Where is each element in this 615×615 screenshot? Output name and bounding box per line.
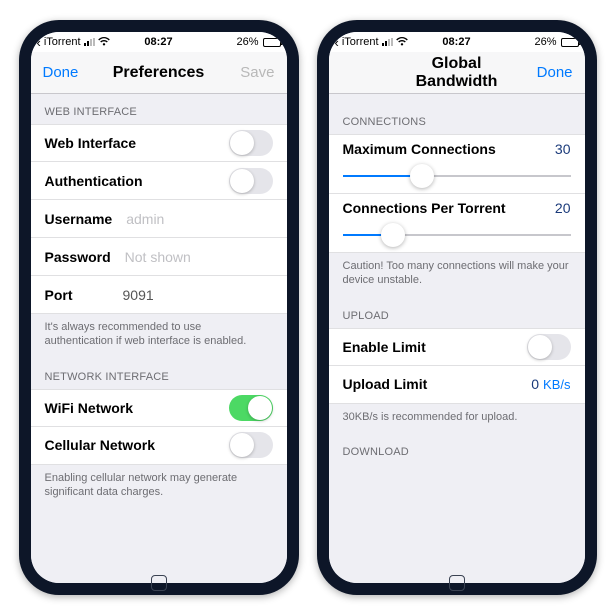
upload-footer: 30KB/s is recommended for upload. [329,404,585,434]
content-area: WEB INTERFACE Web Interface Authenticati… [31,94,287,583]
conn-per-torrent-label: Connections Per Torrent [343,200,555,216]
upload-limit-label: Upload Limit [343,376,532,392]
status-time: 08:27 [144,36,172,48]
done-button[interactable]: Done [523,64,573,81]
password-label: Password [45,249,111,265]
row-conn-per-torrent: Connections Per Torrent 20 [329,194,585,253]
row-enable-limit: Enable Limit [329,328,585,366]
wifi-icon [396,37,408,48]
row-cellular: Cellular Network [31,427,287,465]
battery-icon [559,38,579,47]
section-header-download: DOWNLOAD [329,434,585,458]
conn-per-torrent-slider[interactable] [343,222,571,248]
section-header-web: WEB INTERFACE [31,94,287,124]
web-interface-label: Web Interface [45,135,229,151]
row-max-connections: Maximum Connections 30 [329,134,585,194]
port-label: Port [45,287,73,303]
status-bar: ‹ iTorrent 08:27 26% [329,32,585,52]
done-button[interactable]: Done [43,64,93,81]
back-caret-icon: ‹ [37,35,41,50]
wifi-icon [98,37,110,48]
max-connections-slider[interactable] [343,163,571,189]
battery-percent: 26% [236,36,258,48]
web-footer: It's always recommended to use authentic… [31,314,287,359]
max-connections-value: 30 [555,141,571,157]
enable-limit-toggle[interactable] [527,334,571,360]
page-title: Preferences [93,64,225,82]
row-username[interactable]: Username admin [31,200,287,238]
phone-frame-right: ‹ iTorrent 08:27 26% Global Bandwidth Do… [317,20,597,595]
page-title: Global Bandwidth [391,55,523,91]
row-web-interface: Web Interface [31,124,287,162]
phone-frame-left: ‹ iTorrent 08:27 26% Done Preferences Sa… [19,20,299,595]
save-button[interactable]: Save [225,64,275,81]
web-interface-toggle[interactable] [229,130,273,156]
back-caret-icon: ‹ [335,35,339,50]
password-field[interactable]: Not shown [125,249,191,265]
row-password[interactable]: Password Not shown [31,238,287,276]
authentication-toggle[interactable] [229,168,273,194]
signal-icon [382,38,393,46]
section-header-upload: UPLOAD [329,298,585,328]
connections-footer: Caution! Too many connections will make … [329,253,585,298]
wifi-label: WiFi Network [45,400,229,416]
battery-percent: 26% [534,36,556,48]
row-authentication: Authentication [31,162,287,200]
status-time: 08:27 [442,36,470,48]
screen-right: ‹ iTorrent 08:27 26% Global Bandwidth Do… [329,32,585,583]
nav-bar: Global Bandwidth Done [329,52,585,94]
username-field[interactable]: admin [126,211,164,227]
cellular-label: Cellular Network [45,437,229,453]
row-port[interactable]: Port 9091 [31,276,287,314]
row-upload-limit[interactable]: Upload Limit 0 KB/s [329,366,585,404]
wifi-toggle[interactable] [229,395,273,421]
status-bar: ‹ iTorrent 08:27 26% [31,32,287,52]
row-wifi: WiFi Network [31,389,287,427]
status-app-name: iTorrent [342,36,379,48]
nav-bar: Done Preferences Save [31,52,287,94]
section-header-network: NETWORK INTERFACE [31,359,287,389]
authentication-label: Authentication [45,173,229,189]
network-footer: Enabling cellular network may generate s… [31,465,287,510]
screen-left: ‹ iTorrent 08:27 26% Done Preferences Sa… [31,32,287,583]
enable-limit-label: Enable Limit [343,339,527,355]
signal-icon [84,38,95,46]
status-app-name: iTorrent [44,36,81,48]
home-button[interactable] [446,585,468,593]
upload-limit-unit: KB/s [543,377,570,392]
battery-icon [261,38,281,47]
max-connections-label: Maximum Connections [343,141,555,157]
port-field[interactable]: 9091 [123,287,154,303]
upload-limit-value: 0 [531,376,539,392]
home-button[interactable] [148,585,170,593]
section-header-connections: CONNECTIONS [329,94,585,134]
username-label: Username [45,211,113,227]
cellular-toggle[interactable] [229,432,273,458]
conn-per-torrent-value: 20 [555,200,571,216]
content-area: CONNECTIONS Maximum Connections 30 Conne… [329,94,585,583]
